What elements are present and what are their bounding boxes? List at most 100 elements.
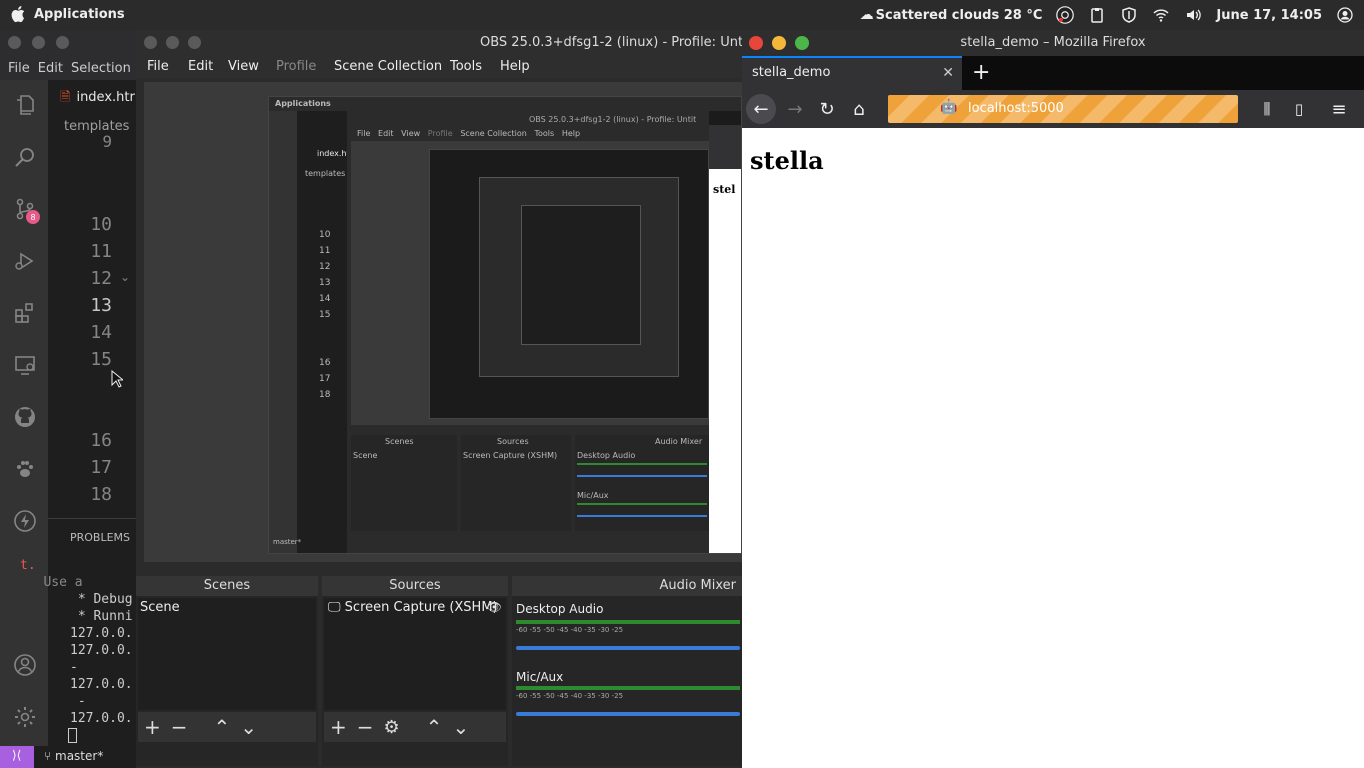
github-icon[interactable] <box>12 404 38 430</box>
fold-chevron-icon[interactable]: ⌄ <box>120 270 130 284</box>
lightning-icon[interactable] <box>12 508 38 534</box>
add-icon[interactable]: + <box>144 715 161 739</box>
paw-icon[interactable] <box>12 456 38 482</box>
obs-window: OBS 25.0.3+dfsg1-2 (linux) - Profile: Un… <box>136 30 752 768</box>
library-icon[interactable]: ⫼ <box>1252 94 1282 124</box>
applications-menu[interactable]: Applications <box>10 5 125 23</box>
close-tab-icon[interactable]: ✕ <box>942 58 954 88</box>
top-panel: Applications ☁ Scattered clouds 28 °C Ju… <box>0 0 1364 30</box>
nested-stella: stel <box>713 183 736 196</box>
search-icon[interactable] <box>12 144 38 170</box>
menu-edit[interactable]: Edit <box>38 61 63 76</box>
obs-menubar: File Edit View Profile Scene Collection … <box>136 56 742 78</box>
back-icon[interactable]: ← <box>746 94 776 124</box>
weather-text: Scattered clouds 28 °C <box>875 7 1043 23</box>
close-icon[interactable] <box>144 36 157 49</box>
maximize-icon[interactable] <box>56 36 69 49</box>
scenes-title: Scenes <box>136 576 318 596</box>
move-up-icon[interactable]: ⌃ <box>426 715 443 739</box>
move-down-icon[interactable]: ⌄ <box>452 715 469 739</box>
user-icon[interactable] <box>1336 6 1354 24</box>
desktop-audio-volume-slider[interactable] <box>516 646 740 650</box>
move-down-icon[interactable]: ⌄ <box>240 715 257 739</box>
close-icon[interactable] <box>8 36 21 49</box>
weather-indicator[interactable]: ☁ Scattered clouds 28 °C <box>860 6 1043 24</box>
url-bar[interactable]: 🤖 localhost:5000 <box>888 95 1238 123</box>
menu-file[interactable]: File <box>8 61 30 76</box>
firefox-titlebar: stella_demo – Mozilla Firefox <box>742 30 1364 56</box>
scenes-list[interactable]: Scene <box>138 598 316 710</box>
browser-tab-title: stella_demo <box>752 65 831 80</box>
account-icon[interactable] <box>12 652 38 678</box>
reload-icon[interactable]: ↻ <box>812 94 842 124</box>
branch-label: master* <box>55 749 104 763</box>
shield-icon[interactable] <box>1120 6 1138 24</box>
maximize-icon[interactable] <box>188 36 201 49</box>
obs-preview[interactable]: Applications index.htr templates 10 11 1… <box>144 82 742 562</box>
menu-tools[interactable]: Tools <box>450 59 482 74</box>
extensions-icon[interactable] <box>12 300 38 326</box>
nested-desktop-audio: Desktop Audio <box>577 451 636 460</box>
add-icon[interactable]: + <box>330 715 347 739</box>
branch-icon: ⑂ <box>44 749 56 763</box>
sources-toolbar: + − ⚙ ⌃ ⌄ <box>324 712 506 742</box>
menu-edit[interactable]: Edit <box>188 59 213 74</box>
explorer-icon[interactable] <box>12 92 38 118</box>
clipboard-icon[interactable] <box>1088 6 1106 24</box>
mouse-cursor-icon <box>111 369 125 392</box>
clock[interactable]: June 17, 14:05 <box>1216 8 1322 23</box>
move-up-icon[interactable]: ⌃ <box>214 715 231 739</box>
sidebar-icon[interactable]: ▯ <box>1284 94 1314 124</box>
obs-tray-icon[interactable] <box>1056 6 1075 24</box>
mic-aux-volume-slider[interactable] <box>516 712 740 716</box>
gear-icon[interactable]: ⚙ <box>384 717 400 738</box>
line-number: 15 <box>90 349 112 370</box>
panel-tab-problems[interactable]: PROBLEMS <box>70 531 130 544</box>
menu-selection[interactable]: Selection <box>71 61 131 76</box>
editor-tab[interactable]: 🗎 index.htr <box>48 84 140 112</box>
volume-icon[interactable] <box>1184 6 1202 24</box>
status-bar: ⟩⟨ ⑂ master* <box>0 746 140 768</box>
line-number: 16 <box>90 430 112 451</box>
visibility-eye-icon[interactable]: 👁 <box>487 600 502 614</box>
menu-hamburger-icon[interactable]: ≡ <box>1324 94 1354 124</box>
remove-icon[interactable]: − <box>171 715 188 739</box>
remote-explorer-icon[interactable] <box>12 352 38 378</box>
monitor-icon: 🖵 <box>328 600 345 615</box>
terminal-line: Use a <box>20 575 83 590</box>
wifi-icon[interactable] <box>1152 6 1170 24</box>
desktop-audio-label: Desktop Audio <box>516 602 604 616</box>
menu-scene-collection[interactable]: Scene Collection <box>334 59 442 74</box>
menu-help[interactable]: Help <box>500 59 530 74</box>
source-item[interactable]: 🖵 Screen Capture (XSHM) <box>328 600 498 615</box>
mic-aux-meter <box>516 686 740 690</box>
line-number: 17 <box>90 457 112 478</box>
scene-item[interactable]: Scene <box>140 600 180 615</box>
desktop-audio-scale: -60 -55 -50 -45 -40 -35 -30 -25 <box>516 626 624 634</box>
browser-tab[interactable]: stella_demo ✕ <box>742 56 962 90</box>
nested-sources: Sources <box>497 437 529 446</box>
run-debug-icon[interactable] <box>12 248 38 274</box>
menu-view[interactable]: View <box>228 59 259 74</box>
nested-source-item: Screen Capture (XSHM) <box>463 451 558 460</box>
settings-gear-icon[interactable] <box>12 704 38 730</box>
minimize-icon[interactable] <box>166 36 179 49</box>
web-page: stella <box>742 128 1364 768</box>
forward-icon[interactable]: → <box>780 94 810 124</box>
git-branch[interactable]: ⑂ master* <box>44 749 103 763</box>
remote-indicator[interactable]: ⟩⟨ <box>0 746 34 768</box>
html-file-icon: 🗎 <box>60 90 71 105</box>
terminal-cursor <box>68 728 77 743</box>
minimize-icon[interactable] <box>32 36 45 49</box>
mic-aux-scale: -60 -55 -50 -45 -40 -35 -30 -25 <box>516 692 624 700</box>
remote-icon: ⟩⟨ <box>12 748 22 762</box>
vscode-titlebar <box>0 30 140 56</box>
menu-file[interactable]: File <box>147 59 169 74</box>
page-heading: stella <box>750 146 824 175</box>
sources-list[interactable]: 🖵 Screen Capture (XSHM) 👁 <box>324 598 506 710</box>
remove-icon[interactable]: − <box>357 715 374 739</box>
home-icon[interactable]: ⌂ <box>844 94 874 124</box>
terminal-line: - <box>70 694 86 709</box>
line-number: 12 <box>90 268 112 289</box>
new-tab-icon[interactable]: + <box>972 60 990 85</box>
